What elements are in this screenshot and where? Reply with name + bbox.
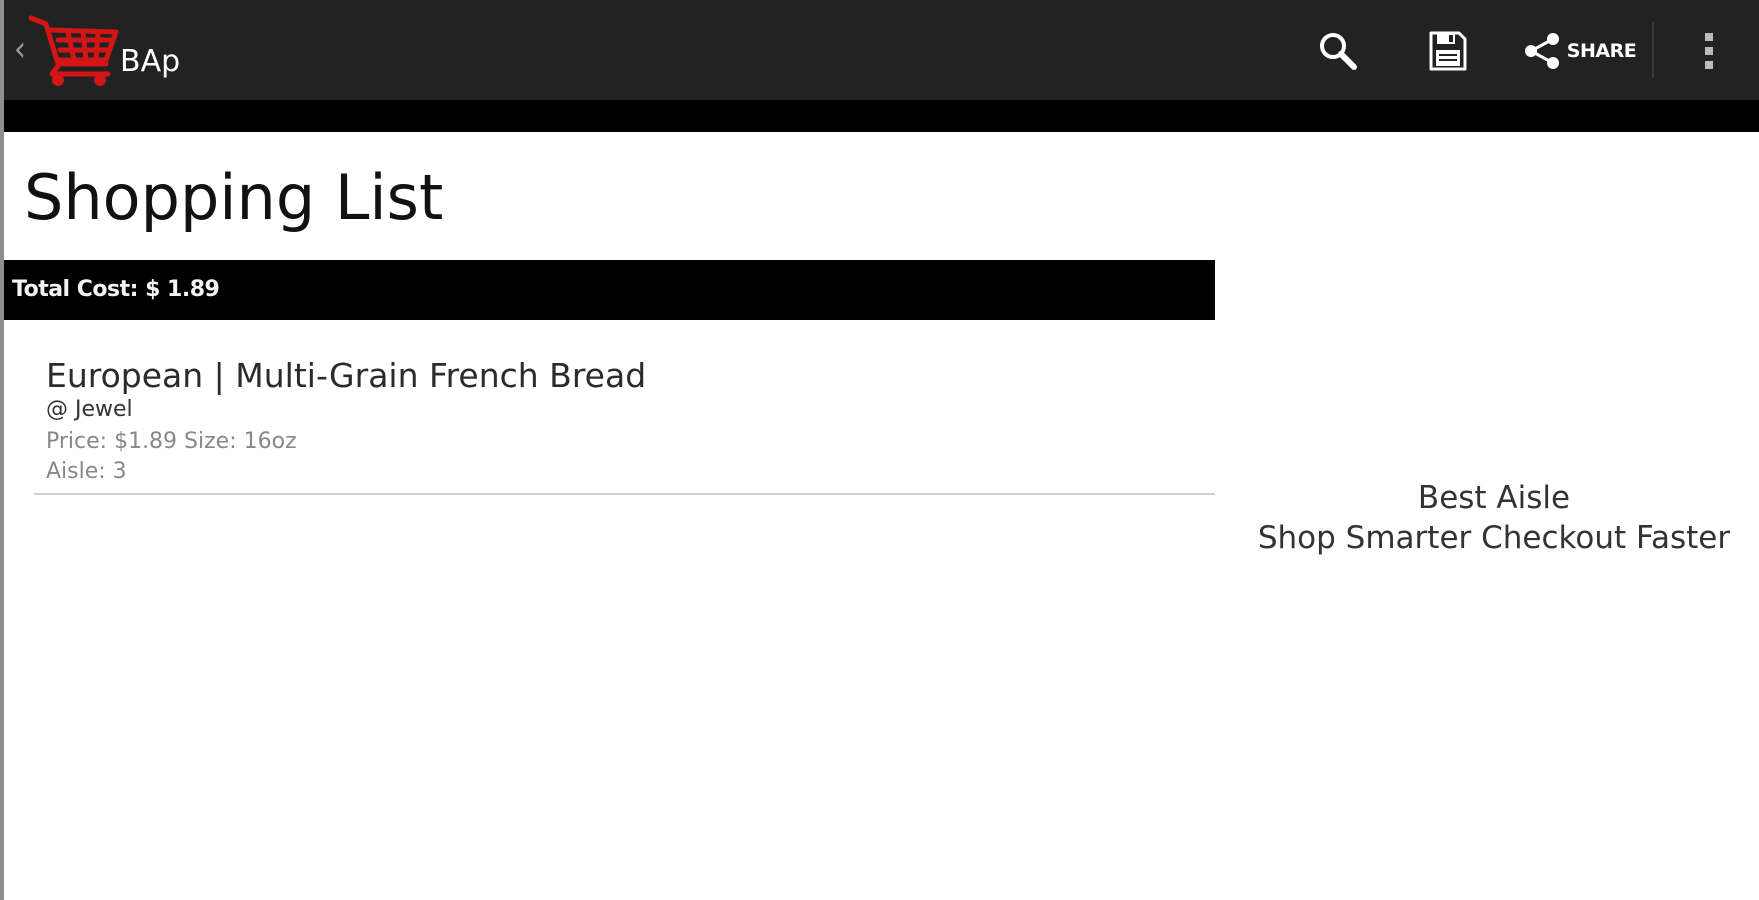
overflow-menu-button[interactable] bbox=[1669, 20, 1749, 82]
save-button[interactable] bbox=[1408, 20, 1488, 82]
overflow-menu-icon bbox=[1705, 33, 1713, 69]
back-chevron-icon: ‹ bbox=[14, 29, 26, 70]
search-button[interactable] bbox=[1298, 20, 1378, 82]
shopping-list-item[interactable]: European | Multi-Grain French Bread @ Je… bbox=[34, 350, 1215, 495]
share-button[interactable]: SHARE bbox=[1514, 20, 1644, 82]
promo-panel: Best Aisle Shop Smarter Checkout Faster bbox=[1234, 478, 1754, 558]
promo-title: Best Aisle bbox=[1417, 480, 1571, 516]
share-label: SHARE bbox=[1566, 40, 1637, 62]
total-cost-bar: Total Cost: $ 1.89 bbox=[4, 260, 1215, 320]
share-icon bbox=[1524, 33, 1559, 69]
app-root: ‹ BAp SHARE Shopping List Total Cost: $ … bbox=[0, 0, 1759, 900]
search-icon bbox=[1320, 33, 1357, 70]
action-bar: ‹ BAp SHARE bbox=[4, 0, 1759, 100]
save-icon bbox=[1429, 31, 1467, 71]
item-aisle: Aisle: 3 bbox=[46, 459, 127, 484]
shopping-cart-icon bbox=[28, 15, 119, 86]
action-bar-shadow bbox=[4, 100, 1759, 132]
total-cost-label: Total Cost: $ 1.89 bbox=[12, 277, 220, 302]
action-bar-divider bbox=[1652, 22, 1654, 78]
item-name: European | Multi-Grain French Bread bbox=[46, 356, 647, 395]
item-price-size: Price: $1.89 Size: 16oz bbox=[46, 429, 297, 454]
page-title: Shopping List bbox=[24, 161, 444, 234]
home-up-button[interactable]: ‹ BAp bbox=[8, 14, 181, 90]
app-title: BAp bbox=[120, 44, 181, 79]
promo-tagline: Shop Smarter Checkout Faster bbox=[1257, 520, 1731, 556]
item-store: @ Jewel bbox=[46, 397, 133, 422]
